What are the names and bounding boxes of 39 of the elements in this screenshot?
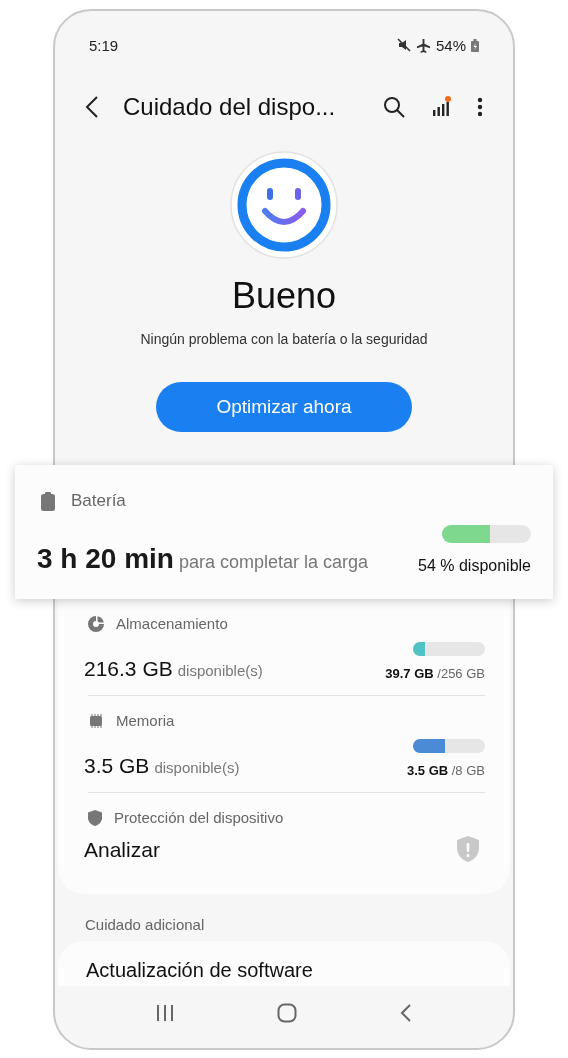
usage-reading: 39.7 GB /256 GB <box>385 666 485 681</box>
recent-apps-icon[interactable] <box>156 1004 175 1022</box>
section-title: Cuidado adicional <box>85 916 205 933</box>
item-value: 216.3 GB <box>84 657 173 681</box>
item-label: Almacenamiento <box>116 615 228 632</box>
item-value: Analizar <box>84 838 160 862</box>
battery-label: Batería <box>71 491 126 511</box>
battery-time: 3 h 20 min <box>37 543 174 575</box>
status-time: 5:19 <box>89 36 119 54</box>
airplane-icon <box>415 37 431 53</box>
item-label: Protección del dispositivo <box>114 809 284 826</box>
battery-card[interactable]: Batería 3 h 20 min para completar la carga 54 % disponible <box>15 465 553 599</box>
home-icon[interactable] <box>277 1003 297 1023</box>
bars-icon[interactable] <box>431 96 451 118</box>
optimize-button[interactable]: Optimizar ahora <box>156 382 412 432</box>
battery-icon <box>41 491 55 511</box>
item-value: 3.5 GB <box>84 754 150 778</box>
item-unit: disponible(s) <box>177 662 263 679</box>
battery-reading: 54 % disponible <box>418 557 531 575</box>
item-unit: disponible(s) <box>154 759 240 776</box>
back-nav-icon[interactable] <box>399 1004 412 1022</box>
usage-reading: 3.5 GB /8 GB <box>406 763 485 778</box>
shield-icon <box>88 809 102 826</box>
page-title: Cuidado del dispo... <box>123 93 337 121</box>
battery-percent: 54% <box>435 36 466 54</box>
status-label: Bueno <box>231 275 337 317</box>
battery-detail: para completar la carga <box>178 552 369 573</box>
status-message: Ningún problema con la batería o la seguridad <box>140 331 428 347</box>
mute-icon <box>396 38 411 52</box>
chip-icon <box>88 712 104 729</box>
menu-item[interactable]: Actualización de software <box>58 941 510 986</box>
more-options-icon[interactable] <box>477 97 483 117</box>
pie-chart-icon <box>88 615 104 632</box>
smiley-face-icon <box>230 151 338 259</box>
back-icon[interactable] <box>85 95 99 119</box>
search-icon[interactable] <box>383 96 405 118</box>
battery-icon <box>471 38 479 52</box>
shield-alert-icon <box>457 836 479 862</box>
item-label: Memoria <box>116 712 175 729</box>
